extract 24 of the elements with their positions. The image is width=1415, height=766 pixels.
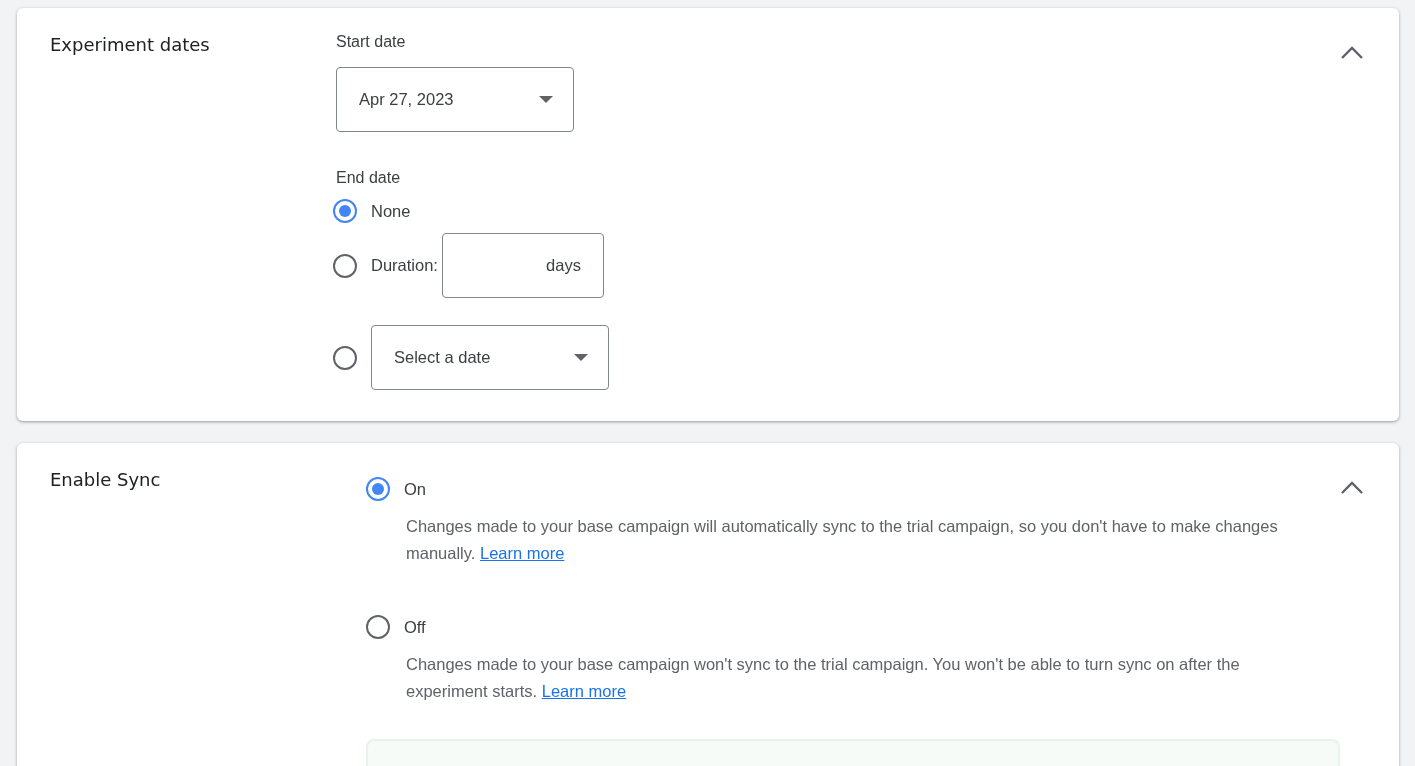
learn-more-link[interactable]: Learn more	[541, 682, 627, 700]
option-description: Changes made to your base campaign will automatically sync to the trial campaign, so you don't have to make changes manually. Learn more	[406, 516, 1279, 564]
option-label: Off	[404, 617, 426, 637]
dropdown-arrow-icon	[574, 354, 588, 361]
option-description: Changes made to your base campaign won't sync to the trial campaign. You won't be able to turn sync on after the experiment starts. Learn more	[406, 654, 1241, 702]
field-label: Start date	[336, 32, 407, 52]
duration-field[interactable]: days	[441, 233, 604, 298]
radio-button[interactable]	[333, 199, 357, 223]
radio-button[interactable]	[366, 615, 390, 639]
radio-button[interactable]	[333, 253, 357, 278]
learn-more-link[interactable]: Learn more	[480, 544, 565, 562]
date-dropdown[interactable]: Apr 27, 2023	[336, 67, 574, 132]
dropdown-arrow-icon	[539, 96, 553, 103]
radio-button[interactable]	[333, 345, 357, 370]
section-title: Enable Sync	[50, 468, 162, 492]
option-label: Duration:	[371, 256, 438, 275]
collapse-button[interactable]	[1340, 46, 1364, 60]
collapse-button[interactable]	[1340, 481, 1364, 495]
radio-button[interactable]	[366, 477, 390, 501]
section-title: Experiment dates	[50, 33, 211, 57]
field-label: End date	[336, 168, 402, 188]
option-label: None	[371, 201, 411, 221]
option-label: On	[404, 479, 426, 499]
date-dropdown[interactable]: Select a date	[371, 325, 609, 390]
